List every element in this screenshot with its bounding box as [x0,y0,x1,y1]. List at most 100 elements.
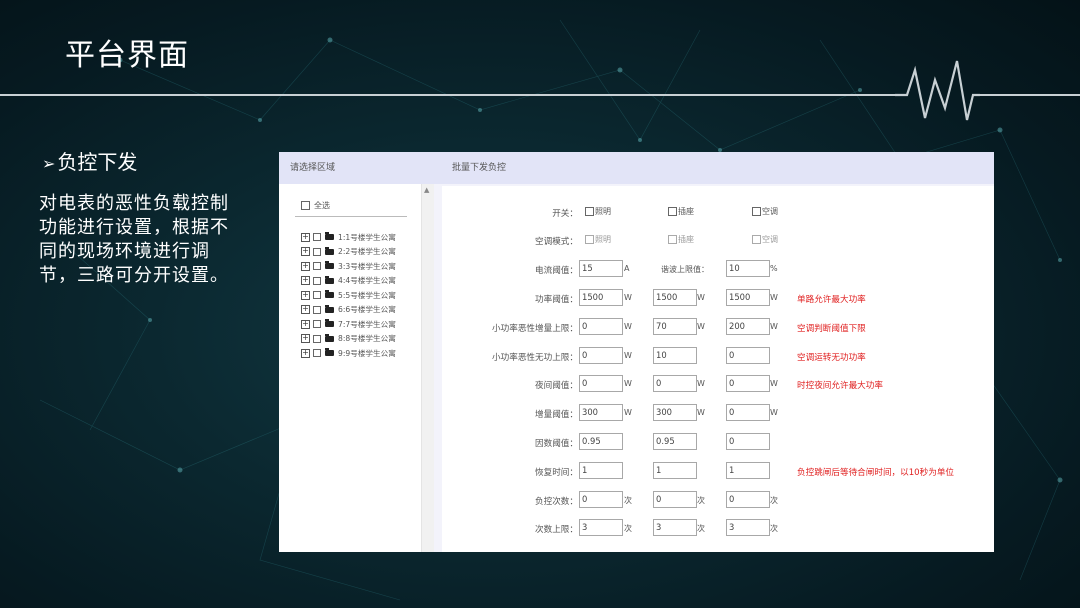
threshold-input-2[interactable]: 1500 [653,289,697,306]
tree-item-checkbox[interactable] [313,247,321,256]
threshold-input-3[interactable]: 0 [726,490,770,508]
current-input[interactable]: 15 [579,260,623,277]
ac-mode-lighting-checkbox[interactable] [585,235,594,244]
threshold-input-3[interactable]: 0 [726,433,770,450]
threshold-input-2[interactable]: 1 [653,461,697,479]
threshold-input-1[interactable]: 3 [579,519,623,537]
threshold-unit: W [770,379,778,389]
threshold-input-2[interactable]: 300 [653,404,697,422]
tree-item-label: 9:9号楼学生公寓 [338,348,396,358]
threshold-label: 小功率恶性无功上限： [492,352,578,363]
region-tree: +1:1号楼学生公寓 +2:2号楼学生公寓 +3:3号楼学生公寓 +4:4号楼学生公寓… [301,230,396,361]
tree-item[interactable]: +5:5号楼学生公寓 [301,288,396,303]
tree-item[interactable]: +8:8号楼学生公寓 [301,332,396,347]
select-all-checkbox[interactable] [301,201,310,210]
tree-item-label: 4:4号楼学生公寓 [338,276,396,286]
expand-icon[interactable]: + [301,276,310,286]
switch-ac[interactable]: 空调 [752,206,778,217]
threshold-unit: 次 [770,495,778,505]
current-label: 电流阈值： [535,266,578,276]
threshold-input-2[interactable]: 70 [653,317,697,335]
switch-ac-label: 空调 [762,207,778,216]
tree-item[interactable]: +2:2号楼学生公寓 [301,245,396,260]
expand-icon[interactable]: + [301,348,310,358]
threshold-unit: 次 [624,495,632,505]
tree-item[interactable]: +1:1号楼学生公寓 [301,230,396,245]
select-all[interactable]: 全选 [301,200,330,211]
threshold-input-1[interactable]: 1500 [579,289,623,306]
threshold-row: 恢复时间： 1 1 1 负控跳闸后等待合闸时间，以10秒为单位 [442,461,994,480]
threshold-input-3[interactable]: 200 [726,317,770,335]
threshold-input-1[interactable]: 0 [579,375,623,393]
threshold-label: 小功率恶性增量上限： [492,323,578,334]
section-description: 对电表的恶性负载控制功能进行设置，根据不同的现场环境进行调节，三路可分开设置。 [39,193,229,286]
tree-item-checkbox[interactable] [313,305,321,314]
expand-icon[interactable]: + [301,319,310,329]
threshold-input-2[interactable]: 3 [653,519,697,537]
tree-item[interactable]: +7:7号楼学生公寓 [301,317,396,332]
folder-icon [325,246,334,255]
region-panel: 请选择区域 全选 +1:1号楼学生公寓 +2:2号楼学生公寓 +3:3号楼学生公寓 +… [279,152,435,552]
ac-mode-socket[interactable]: 插座 [668,234,694,245]
expand-icon[interactable]: + [301,334,310,344]
threshold-input-3[interactable]: 1 [726,461,770,479]
expand-icon[interactable]: + [301,305,310,315]
switch-socket[interactable]: 插座 [668,206,694,217]
threshold-input-3[interactable]: 1500 [726,289,770,306]
tree-item-checkbox[interactable] [313,233,321,242]
threshold-input-3[interactable]: 3 [726,519,770,537]
threshold-row: 功率阈值： 1500 W 1500 W 1500 W 单路允许最大功率 [442,289,994,307]
tree-item-label: 3:3号楼学生公寓 [338,261,396,271]
tree-item-checkbox[interactable] [313,276,321,285]
harmonic-label: 谐波上限值： [661,265,709,274]
scroll-up-icon[interactable]: ▲ [424,186,429,194]
threshold-input-3[interactable]: 0 [726,375,770,393]
switch-ac-checkbox[interactable] [752,207,761,216]
ac-mode-lighting[interactable]: 照明 [585,234,611,245]
expand-icon[interactable]: + [301,290,310,300]
expand-icon[interactable]: + [301,232,310,242]
tree-item-checkbox[interactable] [313,334,321,343]
threshold-input-1[interactable]: 0 [579,490,623,508]
switch-lighting[interactable]: 照明 [585,206,611,217]
expand-icon[interactable]: + [301,261,310,271]
threshold-input-1[interactable]: 300 [579,404,623,422]
tree-scrollbar[interactable]: ▲ [421,184,434,552]
expand-icon[interactable]: + [301,247,310,257]
tree-item[interactable]: +9:9号楼学生公寓 [301,346,396,361]
threshold-input-1[interactable]: 0 [579,317,623,335]
threshold-note: 单路允许最大功率 [797,295,866,305]
threshold-input-1[interactable]: 0.95 [579,433,623,450]
tree-item-checkbox[interactable] [313,291,321,300]
harmonic-input[interactable]: 10 [726,260,770,277]
threshold-unit: W [697,408,705,418]
tree-item-checkbox[interactable] [313,262,321,271]
threshold-input-1[interactable]: 0 [579,346,623,364]
threshold-unit: W [697,379,705,389]
threshold-unit: W [624,408,632,418]
tree-item-label: 7:7号楼学生公寓 [338,319,396,329]
folder-icon [325,275,334,284]
threshold-unit: 次 [770,524,778,534]
ac-mode-ac[interactable]: 空调 [752,234,778,245]
switch-socket-checkbox[interactable] [668,207,677,216]
ac-mode-ac-checkbox[interactable] [752,235,761,244]
tree-item[interactable]: +3:3号楼学生公寓 [301,259,396,274]
switch-row: 开关： 照明 插座 空调 [442,203,994,221]
threshold-input-2[interactable]: 10 [653,346,697,364]
tree-item-checkbox[interactable] [313,320,321,329]
region-tree-area: 全选 +1:1号楼学生公寓 +2:2号楼学生公寓 +3:3号楼学生公寓 +4:4号楼学… [279,184,420,552]
threshold-unit: 次 [697,524,705,534]
threshold-row: 负控次数： 0 次 0 次 0 次 [442,490,994,509]
threshold-input-1[interactable]: 1 [579,461,623,479]
threshold-input-2[interactable]: 0 [653,375,697,393]
threshold-input-3[interactable]: 0 [726,404,770,422]
threshold-input-2[interactable]: 0 [653,490,697,508]
ac-mode-socket-checkbox[interactable] [668,235,677,244]
threshold-input-2[interactable]: 0.95 [653,433,697,450]
tree-item-checkbox[interactable] [313,349,321,358]
tree-item[interactable]: +6:6号楼学生公寓 [301,303,396,318]
tree-item[interactable]: +4:4号楼学生公寓 [301,274,396,289]
threshold-input-3[interactable]: 0 [726,346,770,364]
switch-lighting-checkbox[interactable] [585,207,594,216]
